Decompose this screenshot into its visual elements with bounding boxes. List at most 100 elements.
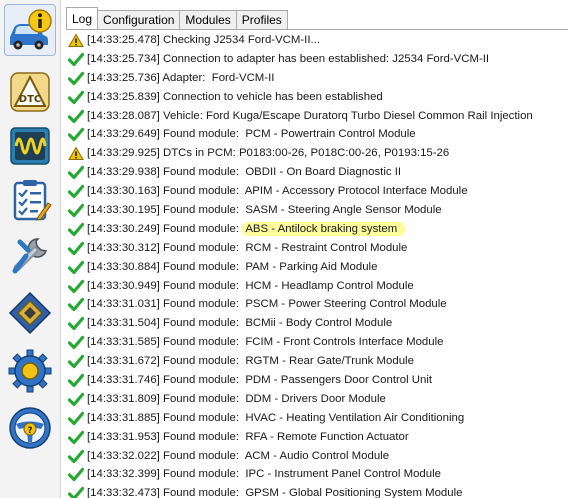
log-text: [14:33:31.672] Found module: RGTM - Rear… — [87, 355, 414, 368]
log-row: [14:33:31.504] Found module: BCMii - Bod… — [66, 314, 568, 333]
log-text: [14:33:30.949] Found module: HCM - Headl… — [87, 279, 414, 292]
log-row: [14:33:30.312] Found module: RCM - Restr… — [66, 239, 568, 258]
log-text: [14:33:25.839] Connection to vehicle has… — [87, 90, 383, 103]
log-text: [14:33:30.884] Found module: PAM - Parki… — [87, 260, 378, 273]
log-text: [14:33:32.473] Found module: GPSM - Glob… — [87, 487, 463, 498]
log-row: [14:33:31.031] Found module: PSCM - Powe… — [66, 295, 568, 314]
sidebar-item-info[interactable] — [4, 4, 56, 56]
check-icon — [68, 222, 84, 237]
log-text: [14:33:31.746] Found module: PDM - Passe… — [87, 374, 433, 387]
log-text: [14:33:32.399] Found module: IPC - Instr… — [87, 468, 441, 481]
log-row: [14:33:28.087] Vehicle: Ford Kuga/Escape… — [66, 107, 568, 126]
log-text: [14:33:31.953] Found module: RFA - Remot… — [87, 430, 409, 443]
log-text: [14:33:30.249] Found module: ABS - Antil… — [87, 220, 406, 239]
check-icon — [68, 71, 84, 85]
log-text-prefix: [14:33:30.249] Found module: — [87, 222, 246, 235]
log-row: [14:33:31.585] Found module: FCIM - Fron… — [66, 333, 568, 352]
check-icon — [68, 355, 84, 369]
check-icon — [68, 317, 84, 331]
check-icon — [68, 166, 84, 180]
log-row: [14:33:31.746] Found module: PDM - Passe… — [66, 371, 568, 390]
help-wheel-icon: ? — [9, 407, 51, 449]
tab-modules[interactable]: Modules — [179, 10, 237, 30]
log-text: [14:33:30.312] Found module: RCM - Restr… — [87, 241, 408, 254]
log-row: [14:33:30.884] Found module: PAM - Parki… — [66, 258, 568, 277]
log-text: [14:33:28.087] Vehicle: Ford Kuga/Escape… — [87, 109, 533, 122]
wrench-icon — [12, 238, 47, 274]
log-text: [14:33:25.478] Checking J2534 Ford-VCM-I… — [87, 34, 320, 46]
oscilloscope-icon — [10, 127, 50, 165]
sidebar-item-settings[interactable] — [4, 345, 56, 397]
check-icon — [68, 468, 84, 482]
log-row: [14:33:31.953] Found module: RFA - Remot… — [66, 428, 568, 447]
log-row: [14:33:32.399] Found module: IPC - Instr… — [66, 465, 568, 484]
log-row: [14:33:31.672] Found module: RGTM - Rear… — [66, 352, 568, 371]
tab-log[interactable]: Log — [66, 7, 99, 30]
warning-icon — [68, 33, 84, 47]
check-icon — [68, 52, 84, 66]
log-row: [14:33:30.163] Found module: APIM - Acce… — [66, 182, 568, 201]
log-row: [14:33:25.734] Connection to adapter has… — [66, 50, 568, 69]
check-icon — [68, 279, 84, 293]
log-text: [14:33:29.925] DTCs in PCM: P0183:00-26,… — [87, 147, 450, 160]
sidebar-item-chip[interactable] — [4, 287, 56, 339]
highlighted-module: ABS - Antilock braking system — [242, 221, 406, 236]
log-text: [14:33:31.585] Found module: FCIM - Fron… — [87, 336, 444, 349]
log-row: [14:33:29.649] Found module: PCM - Power… — [66, 125, 568, 144]
log-row: [14:33:29.925] DTCs in PCM: P0183:00-26,… — [66, 144, 568, 163]
check-icon — [68, 449, 84, 463]
dtc-icon: DTC — [10, 72, 50, 112]
checklist-icon — [13, 180, 52, 221]
log-row: [14:33:29.938] Found module: OBDII - On … — [66, 163, 568, 182]
log-text: [14:33:30.163] Found module: APIM - Acce… — [87, 185, 468, 198]
log-row: [14:33:32.022] Found module: ACM - Audio… — [66, 447, 568, 466]
check-icon — [68, 336, 84, 350]
check-icon — [68, 487, 84, 498]
sidebar-item-dtc[interactable]: DTC — [4, 66, 56, 118]
log-row: [14:33:31.885] Found module: HVAC - Heat… — [66, 409, 568, 428]
log-text: [14:33:31.885] Found module: HVAC - Heat… — [87, 411, 465, 424]
check-icon — [68, 128, 84, 142]
gear-icon — [8, 349, 52, 393]
warning-icon — [68, 146, 84, 161]
log-text: [14:33:25.736] Adapter: Ford-VCM-II — [87, 71, 275, 84]
check-icon — [68, 203, 84, 218]
check-icon — [68, 373, 84, 388]
sidebar: DTC ? — [0, 0, 61, 498]
check-icon — [68, 392, 84, 407]
tab-divider — [66, 29, 568, 30]
svg-text:?: ? — [27, 426, 32, 436]
log-row: [14:33:30.949] Found module: HCM - Headl… — [66, 277, 568, 296]
check-icon — [68, 241, 84, 255]
log-row: [14:33:32.473] Found module: GPSM - Glob… — [66, 484, 568, 498]
chip-icon — [8, 291, 52, 335]
sidebar-item-help[interactable]: ? — [4, 402, 56, 454]
check-icon — [68, 185, 84, 199]
tab-bar: Log Configuration Modules Profiles — [66, 7, 288, 30]
log-row: [14:33:31.809] Found module: DDM - Drive… — [66, 390, 568, 409]
tab-profiles[interactable]: Profiles — [235, 10, 288, 30]
log-text: [14:33:31.809] Found module: DDM - Drive… — [87, 392, 386, 405]
sidebar-item-oscilloscope[interactable] — [4, 120, 56, 172]
log-text: [14:33:31.031] Found module: PSCM - Powe… — [87, 298, 447, 311]
log-row: [14:33:25.839] Connection to vehicle has… — [66, 88, 568, 107]
log-text: [14:33:29.649] Found module: PCM - Power… — [87, 128, 416, 141]
sidebar-item-checklist[interactable] — [4, 174, 56, 226]
check-icon — [68, 430, 84, 444]
app-window: DTC ? Log Configuration Modules Profiles… — [0, 0, 568, 498]
log-row: [14:33:30.195] Found module: SASM - Stee… — [66, 201, 568, 220]
tab-configuration[interactable]: Configuration — [97, 10, 181, 30]
check-icon — [68, 411, 84, 425]
check-icon — [68, 90, 84, 104]
sidebar-item-tools[interactable] — [4, 230, 56, 282]
log-text: [14:33:25.734] Connection to adapter has… — [87, 52, 490, 65]
check-icon — [68, 260, 84, 274]
log-panel[interactable]: [14:33:25.478] Checking J2534 Ford-VCM-I… — [66, 31, 568, 498]
check-icon — [68, 109, 84, 123]
log-text: [14:33:31.504] Found module: BCMii - Bod… — [87, 317, 393, 330]
svg-text:DTC: DTC — [19, 94, 41, 105]
log-row: [14:33:30.249] Found module: ABS - Antil… — [66, 220, 568, 239]
log-text: [14:33:29.938] Found module: OBDII - On … — [87, 166, 402, 179]
check-icon — [68, 298, 84, 312]
info-car-icon — [10, 9, 52, 50]
